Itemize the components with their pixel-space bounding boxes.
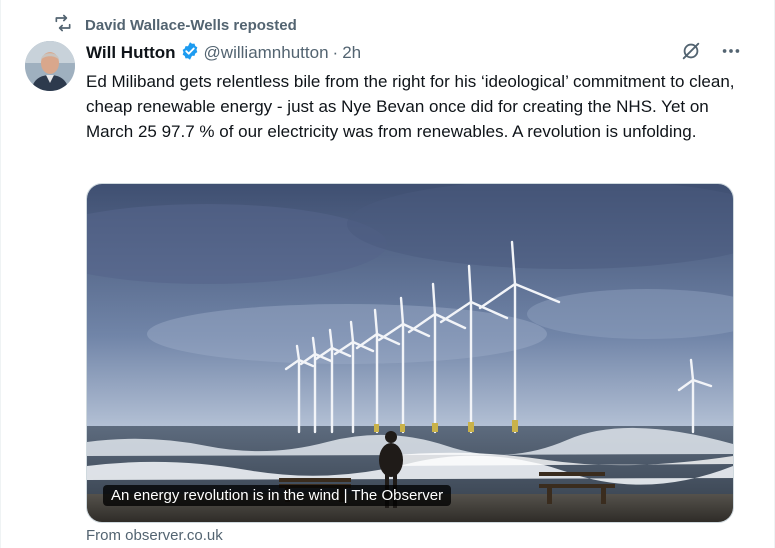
author-name[interactable]: Will Hutton xyxy=(86,43,176,63)
link-card-image[interactable]: An energy revolution is in the wind | Th… xyxy=(86,183,734,523)
tweet-header: Will Hutton @williamnhutton · 2h xyxy=(86,41,361,65)
repost-icon xyxy=(53,13,73,37)
grok-icon[interactable] xyxy=(680,40,702,67)
wind-farm-photo xyxy=(87,184,733,522)
verified-badge-icon[interactable] xyxy=(176,41,204,66)
separator-dot: · xyxy=(332,43,339,62)
avatar[interactable] xyxy=(25,41,75,91)
repost-text[interactable]: David Wallace-Wells reposted xyxy=(85,17,297,34)
author-handle[interactable]: @williamnhutton xyxy=(204,43,329,63)
more-options-icon[interactable] xyxy=(720,40,742,67)
tweet-top-actions xyxy=(680,40,742,67)
link-source[interactable]: From observer.co.uk xyxy=(86,527,223,544)
tweet-text: Ed Miliband gets relentless bile from th… xyxy=(86,72,735,141)
link-card-caption[interactable]: An energy revolution is in the wind | Th… xyxy=(103,485,452,506)
tweet-timestamp[interactable]: 2h xyxy=(342,43,361,63)
repost-indicator[interactable]: David Wallace-Wells reposted xyxy=(53,14,297,36)
tweet-container[interactable]: David Wallace-Wells reposted Will Hutton… xyxy=(0,0,775,548)
